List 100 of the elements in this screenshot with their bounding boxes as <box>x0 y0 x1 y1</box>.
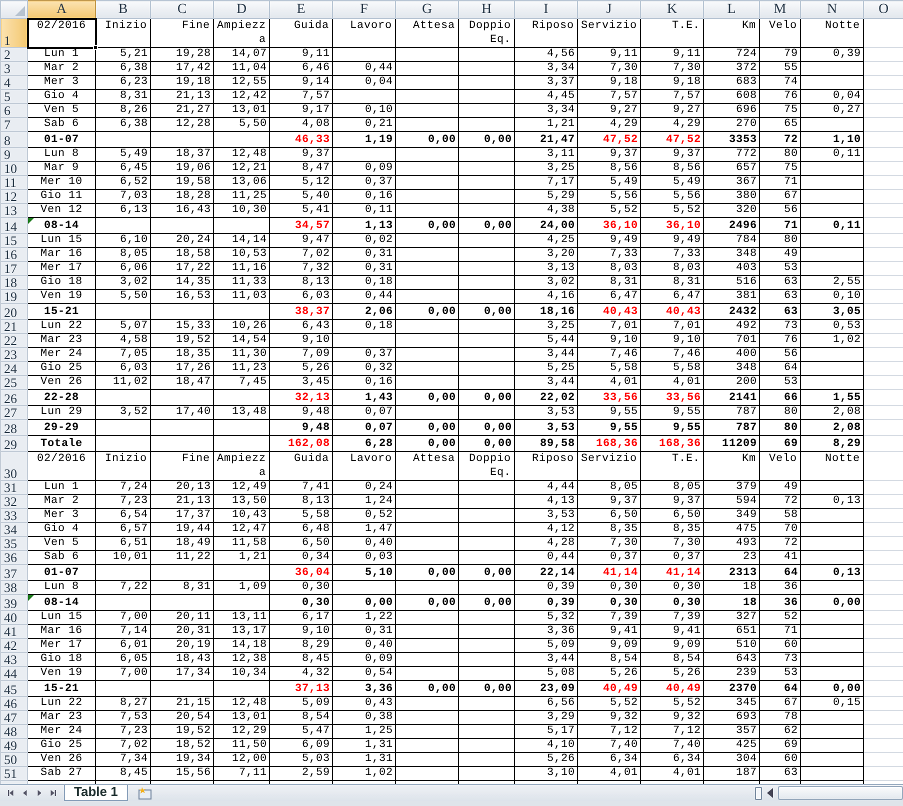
scroll-thumb[interactable] <box>778 786 903 800</box>
table-cell: Mer 17 <box>28 262 96 276</box>
table-cell: 0,13 <box>800 564 864 580</box>
row-header[interactable]: 44 <box>0 666 28 680</box>
row-header[interactable]: 9 <box>0 148 28 162</box>
row-header[interactable]: 45 <box>0 680 28 696</box>
table-cell: 4,01 <box>578 766 640 780</box>
row-header[interactable]: 39 <box>0 594 28 610</box>
column-header[interactable]: D <box>214 0 270 18</box>
row-header[interactable]: 16 <box>0 248 28 262</box>
sheet-tab[interactable]: Table 1 <box>64 784 128 800</box>
previous-sheet-icon[interactable] <box>23 789 28 797</box>
row-header[interactable]: 1 <box>0 18 28 48</box>
column-header[interactable]: B <box>96 0 150 18</box>
column-header[interactable]: I <box>514 0 578 18</box>
row-header[interactable]: 18 <box>0 276 28 290</box>
column-header[interactable]: G <box>396 0 458 18</box>
column-header[interactable]: O <box>864 0 903 18</box>
table-cell: 5,29 <box>514 190 578 204</box>
scroll-left-icon[interactable] <box>766 788 774 798</box>
row-header[interactable]: 47 <box>0 710 28 724</box>
column-header[interactable]: F <box>332 0 396 18</box>
row-header[interactable]: 3 <box>0 62 28 76</box>
row-header[interactable]: 21 <box>0 320 28 334</box>
column-header[interactable]: H <box>458 0 514 18</box>
row-header[interactable]: 8 <box>0 132 28 148</box>
row-header[interactable]: 11 <box>0 176 28 190</box>
row-header[interactable]: 26 <box>0 390 28 406</box>
table-cell: 0,44 <box>332 290 396 304</box>
row-header[interactable]: 48 <box>0 724 28 738</box>
table-cell: 7,40 <box>578 738 640 752</box>
row-header[interactable]: 36 <box>0 550 28 564</box>
table-cell: 18,43 <box>150 652 214 666</box>
table-cell: Mer 10 <box>28 176 96 190</box>
row-header[interactable]: 12 <box>0 190 28 204</box>
row-header[interactable]: 6 <box>0 104 28 118</box>
table-cell: 10,53 <box>214 248 270 262</box>
row-header[interactable]: 38 <box>0 580 28 594</box>
column-header[interactable]: E <box>270 0 332 18</box>
row-header[interactable]: 31 <box>0 480 28 494</box>
table-cell: 696 <box>704 104 760 118</box>
new-sheet-icon[interactable] <box>138 786 154 800</box>
row-header[interactable]: 46 <box>0 696 28 710</box>
row-header[interactable]: 23 <box>0 348 28 362</box>
row-header[interactable]: 7 <box>0 118 28 132</box>
row-header[interactable]: 43 <box>0 652 28 666</box>
table-cell: 5,26 <box>640 666 704 680</box>
row-header[interactable]: 25 <box>0 376 28 390</box>
row-header[interactable]: 51 <box>0 766 28 780</box>
row-header[interactable]: 13 <box>0 204 28 218</box>
table-cell: 6,03 <box>270 290 332 304</box>
table-cell: 7,57 <box>640 90 704 104</box>
column-header[interactable]: A <box>28 0 96 18</box>
row-header[interactable]: 49 <box>0 738 28 752</box>
row-header[interactable]: 22 <box>0 334 28 348</box>
table-cell: 9,18 <box>578 76 640 90</box>
row-header[interactable]: 34 <box>0 522 28 536</box>
next-sheet-icon[interactable] <box>36 789 41 797</box>
table-cell: 5,47 <box>270 724 332 738</box>
column-header[interactable]: N <box>800 0 864 18</box>
table-cell: 0,30 <box>640 580 704 594</box>
row-header[interactable]: 17 <box>0 262 28 276</box>
row-header[interactable]: 50 <box>0 752 28 766</box>
row-header[interactable]: 29 <box>0 436 28 452</box>
row-header[interactable]: 20 <box>0 304 28 320</box>
row-header[interactable]: 33 <box>0 508 28 522</box>
column-header[interactable]: J <box>578 0 640 18</box>
table-cell: 69 <box>760 436 800 452</box>
table-cell: 381 <box>704 290 760 304</box>
fill-handle[interactable] <box>93 45 98 50</box>
row-header[interactable]: 10 <box>0 162 28 176</box>
table-cell: 4,12 <box>514 522 578 536</box>
table-cell: Mar 9 <box>28 162 96 176</box>
row-header[interactable]: 30 <box>0 452 28 480</box>
row-header[interactable]: 35 <box>0 536 28 550</box>
row-header[interactable]: 27 <box>0 406 28 420</box>
row-header[interactable]: 40 <box>0 610 28 624</box>
row-header[interactable]: 37 <box>0 564 28 580</box>
row-header[interactable]: 19 <box>0 290 28 304</box>
first-sheet-icon[interactable] <box>8 789 14 797</box>
column-header[interactable]: L <box>704 0 760 18</box>
column-header[interactable]: M <box>760 0 800 18</box>
row-header[interactable]: 41 <box>0 624 28 638</box>
row-header[interactable]: 5 <box>0 90 28 104</box>
table-cell: 0,34 <box>270 550 332 564</box>
table-cell: 0,00 <box>396 132 458 148</box>
row-header[interactable]: 15 <box>0 234 28 248</box>
column-header[interactable]: C <box>150 0 214 18</box>
row-header[interactable]: 2 <box>0 48 28 62</box>
column-header[interactable]: K <box>640 0 704 18</box>
row-header[interactable]: 42 <box>0 638 28 652</box>
row-header[interactable]: 4 <box>0 76 28 90</box>
table-cell: Ven 5 <box>28 104 96 118</box>
table-cell: Sab 6 <box>28 118 96 132</box>
row-header[interactable]: 24 <box>0 362 28 376</box>
scrollbar-splitter[interactable] <box>755 786 762 800</box>
row-header[interactable]: 32 <box>0 494 28 508</box>
last-sheet-icon[interactable] <box>50 789 56 797</box>
row-header[interactable]: 28 <box>0 420 28 436</box>
row-header[interactable]: 14 <box>0 218 28 234</box>
